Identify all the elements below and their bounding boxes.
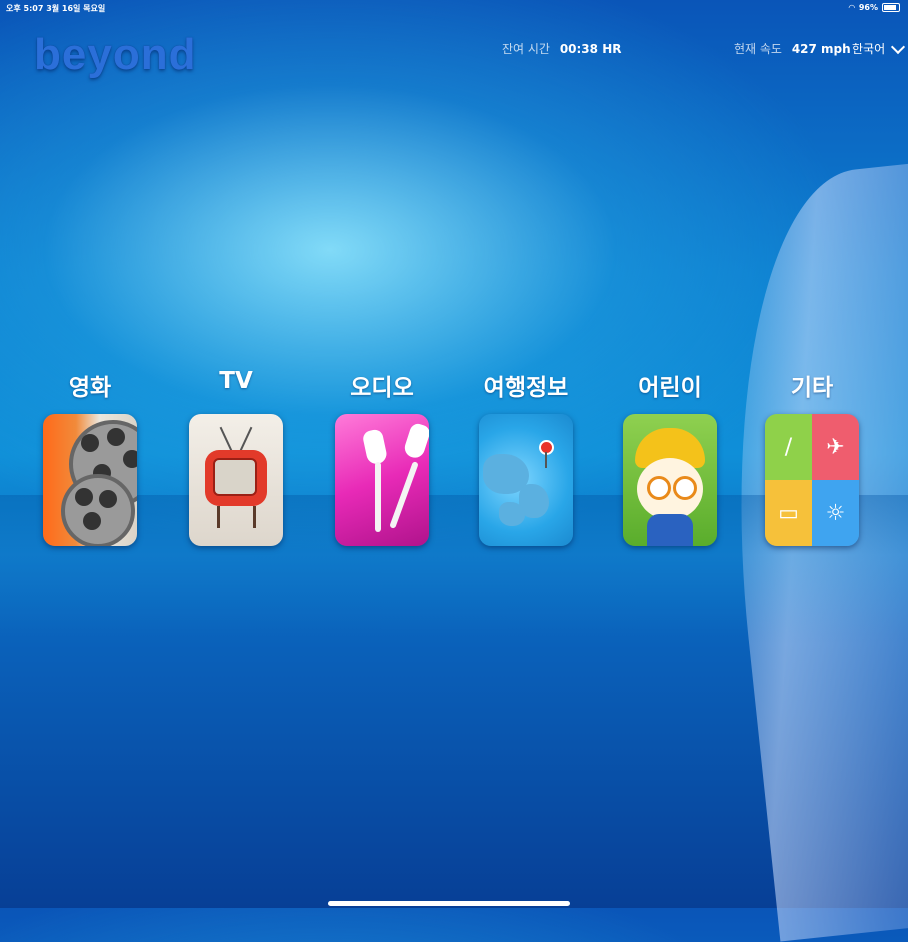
battery-icon	[882, 3, 900, 12]
status-bar-right: ◠ 96%	[849, 3, 900, 12]
airplane-icon: ✈	[812, 414, 859, 480]
pen-icon: /	[765, 414, 812, 480]
menu-label: 기타	[790, 375, 834, 401]
time-remaining-value: 00:38 HR	[559, 42, 622, 56]
menu-label: 여행정보	[483, 375, 569, 401]
speed-label: 현재 속도	[734, 42, 782, 56]
battery-percent: 96%	[858, 3, 878, 12]
menu-label: 어린이	[638, 375, 702, 401]
earphones-icon[interactable]	[335, 414, 429, 546]
misc-grid-icon[interactable]: / ✈ ▭ ☼	[765, 414, 859, 546]
time-remaining: 잔여 시간 00:38 HR	[502, 40, 621, 57]
brand-logo: beyond	[34, 30, 197, 79]
chevron-down-icon	[891, 39, 906, 54]
document-icon: ▭	[765, 480, 812, 546]
status-bar-clock: 오후 5:07 3월 16일 목요일	[6, 4, 106, 13]
wifi-icon: ◠	[848, 3, 855, 12]
menu-label: TV	[219, 368, 253, 394]
menu-label: 영화	[68, 375, 112, 401]
current-speed: 현재 속도 427 mph	[734, 40, 851, 57]
map-pin-icon[interactable]	[479, 414, 573, 546]
time-remaining-label: 잔여 시간	[502, 42, 550, 56]
film-reel-icon[interactable]	[43, 414, 137, 546]
sun-icon: ☼	[812, 480, 859, 546]
menu-label: 오디오	[350, 375, 414, 401]
pororo-character-icon[interactable]	[623, 414, 717, 546]
menu-item-movies[interactable]: 영화	[40, 368, 140, 546]
home-indicator[interactable]	[328, 901, 570, 906]
menu-item-tv[interactable]: TV	[186, 368, 286, 546]
retro-tv-icon[interactable]	[189, 414, 283, 546]
menu-item-travel-info[interactable]: 여행정보	[476, 368, 576, 546]
speed-value: 427 mph	[791, 42, 851, 56]
language-label: 한국어	[852, 42, 886, 56]
menu-item-audio[interactable]: 오디오	[332, 368, 432, 546]
menu-item-kids[interactable]: 어린이	[620, 368, 720, 546]
menu-item-etc[interactable]: 기타 / ✈ ▭ ☼	[762, 368, 862, 546]
language-selector[interactable]: 한국어	[852, 39, 906, 57]
